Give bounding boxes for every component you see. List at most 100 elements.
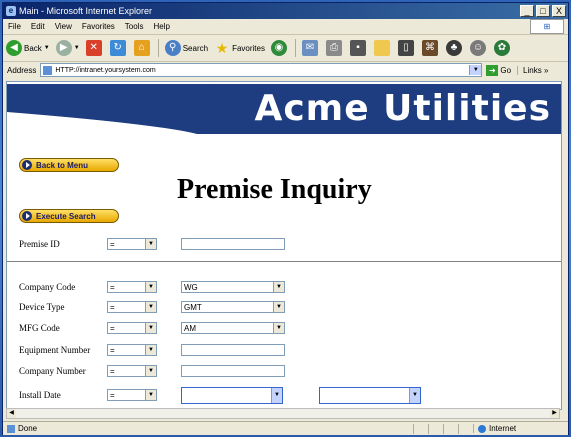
windows-flag-icon: ⊞ bbox=[530, 19, 564, 34]
chevron-down-icon: ▼ bbox=[43, 45, 50, 51]
chevron-down-icon: ▼ bbox=[145, 345, 156, 355]
ie-icon: e bbox=[6, 6, 16, 16]
messenger-button[interactable]: ♣ bbox=[445, 40, 464, 56]
mail-icon: ✉ bbox=[301, 40, 318, 56]
form-row-mfg-code: MFG Code = ▼ AM ▼ bbox=[19, 321, 285, 335]
operator-value: = bbox=[110, 282, 115, 292]
favorites-button[interactable]: ★ Favorites bbox=[214, 40, 265, 56]
toolbar-separator bbox=[294, 39, 296, 57]
messenger-icon: ♣ bbox=[445, 40, 462, 56]
address-value: HTTP://intranet.yoursystem.com bbox=[55, 66, 156, 74]
operator-value: = bbox=[110, 302, 115, 312]
company-number-operator-select[interactable]: = ▼ bbox=[107, 365, 157, 377]
go-arrow-icon: ➜ bbox=[486, 64, 499, 76]
maximize-button[interactable]: □ bbox=[536, 5, 550, 17]
premise-id-operator-select[interactable]: = ▼ bbox=[107, 238, 157, 250]
play-icon bbox=[22, 160, 32, 170]
mfg-code-value: AM bbox=[184, 323, 196, 333]
mfg-code-select[interactable]: AM ▼ bbox=[181, 322, 285, 334]
company-number-input[interactable] bbox=[181, 365, 285, 377]
media-button[interactable]: ◉ bbox=[270, 40, 289, 56]
minimize-button[interactable]: _ bbox=[520, 5, 534, 17]
equipment-number-operator-select[interactable]: = ▼ bbox=[107, 344, 157, 356]
tools-icon: ✿ bbox=[493, 40, 510, 56]
edit-button[interactable]: ▪ bbox=[349, 40, 368, 56]
close-button[interactable]: X bbox=[552, 5, 566, 17]
menu-edit[interactable]: Edit bbox=[26, 22, 50, 31]
chevron-right-icon: » bbox=[543, 65, 549, 75]
home-icon: ⌂ bbox=[133, 40, 150, 56]
back-arrow-icon: ◀ bbox=[6, 40, 22, 56]
frame-icon: ▯ bbox=[397, 40, 414, 56]
operator-value: = bbox=[110, 345, 115, 355]
company-code-select[interactable]: WG ▼ bbox=[181, 281, 285, 293]
print-icon: ⎙ bbox=[325, 40, 342, 56]
back-button[interactable]: ◀ Back ▼ bbox=[6, 40, 50, 56]
tools-button[interactable]: ✿ bbox=[493, 40, 512, 56]
install-date-operator-select[interactable]: = ▼ bbox=[107, 389, 157, 401]
search-button[interactable]: ⚲ Search bbox=[164, 40, 209, 56]
company-code-operator-select[interactable]: = ▼ bbox=[107, 281, 157, 293]
execute-search-label: Execute Search bbox=[36, 211, 96, 221]
menu-favorites[interactable]: Favorites bbox=[77, 22, 120, 31]
print-button[interactable]: ⎙ bbox=[325, 40, 344, 56]
discuss-icon: ☺ bbox=[469, 40, 486, 56]
equipment-number-input[interactable] bbox=[181, 344, 285, 356]
research-icon: ⌘ bbox=[421, 40, 438, 56]
go-button[interactable]: ➜ Go bbox=[486, 64, 511, 76]
refresh-icon: ↻ bbox=[109, 40, 126, 56]
stop-button[interactable]: ✕ bbox=[85, 40, 104, 56]
frame-button[interactable]: ▯ bbox=[397, 40, 416, 56]
premise-id-input[interactable] bbox=[181, 238, 285, 250]
form-row-equipment-number: Equipment Number = ▼ bbox=[19, 343, 285, 357]
address-bar: Address HTTP://intranet.yoursystem.com ▼… bbox=[3, 62, 568, 78]
operator-value: = bbox=[110, 390, 115, 400]
refresh-button[interactable]: ↻ bbox=[109, 40, 128, 56]
menu-help[interactable]: Help bbox=[148, 22, 174, 31]
back-to-menu-button[interactable]: Back to Menu bbox=[19, 158, 119, 172]
search-label: Search bbox=[182, 43, 209, 53]
home-button[interactable]: ⌂ bbox=[133, 40, 152, 56]
discuss-button[interactable]: ☺ bbox=[469, 40, 488, 56]
links-button[interactable]: Links » bbox=[517, 65, 549, 75]
chevron-down-icon: ▼ bbox=[409, 387, 420, 403]
status-cell bbox=[428, 423, 443, 434]
company-code-value: WG bbox=[184, 282, 198, 292]
page-title: Premise Inquiry bbox=[177, 174, 372, 205]
device-type-select[interactable]: GMT ▼ bbox=[181, 301, 285, 313]
header-banner: Acme Utilities bbox=[7, 84, 561, 134]
menu-view[interactable]: View bbox=[50, 22, 77, 31]
page-content: Acme Utilities Back to Menu Premise Inqu… bbox=[6, 81, 562, 410]
address-input[interactable]: HTTP://intranet.yoursystem.com ▼ bbox=[40, 63, 483, 77]
execute-search-button[interactable]: Execute Search bbox=[19, 209, 119, 223]
favorites-label: Favorites bbox=[232, 43, 265, 53]
security-zone: Internet bbox=[473, 424, 568, 433]
menu-tools[interactable]: Tools bbox=[120, 22, 149, 31]
menu-file[interactable]: File bbox=[3, 22, 26, 31]
chevron-down-icon[interactable]: ▼ bbox=[469, 65, 482, 75]
folder-button[interactable] bbox=[373, 40, 392, 56]
device-type-operator-select[interactable]: = ▼ bbox=[107, 301, 157, 313]
operator-value: = bbox=[110, 239, 115, 249]
browser-window: e Main - Microsoft Internet Explorer _ □… bbox=[2, 2, 569, 435]
install-date-from-select[interactable]: ▼ bbox=[181, 386, 283, 404]
company-number-label: Company Number bbox=[19, 366, 86, 376]
status-bar: Done Internet bbox=[3, 421, 568, 435]
page-status-icon bbox=[7, 424, 15, 433]
install-date-to-select[interactable]: ▼ bbox=[319, 386, 421, 404]
forward-button[interactable]: ▶ ▼ bbox=[55, 40, 80, 56]
window-title: Main - Microsoft Internet Explorer bbox=[19, 6, 153, 16]
scroll-left-icon[interactable]: ◀ bbox=[7, 409, 16, 418]
chevron-down-icon: ▼ bbox=[145, 390, 156, 400]
mfg-code-operator-select[interactable]: = ▼ bbox=[107, 322, 157, 334]
horizontal-scrollbar[interactable]: ◀ ▶ bbox=[6, 408, 560, 419]
research-button[interactable]: ⌘ bbox=[421, 40, 440, 56]
scroll-right-icon[interactable]: ▶ bbox=[550, 409, 559, 418]
form-row-company-code: Company Code = ▼ WG ▼ bbox=[19, 280, 285, 294]
forward-arrow-icon: ▶ bbox=[55, 40, 72, 56]
chevron-down-icon: ▼ bbox=[271, 387, 282, 403]
mail-button[interactable]: ✉ bbox=[301, 40, 320, 56]
operator-value: = bbox=[110, 323, 115, 333]
title-bar[interactable]: e Main - Microsoft Internet Explorer _ □… bbox=[3, 3, 568, 19]
chevron-down-icon: ▼ bbox=[145, 302, 156, 312]
